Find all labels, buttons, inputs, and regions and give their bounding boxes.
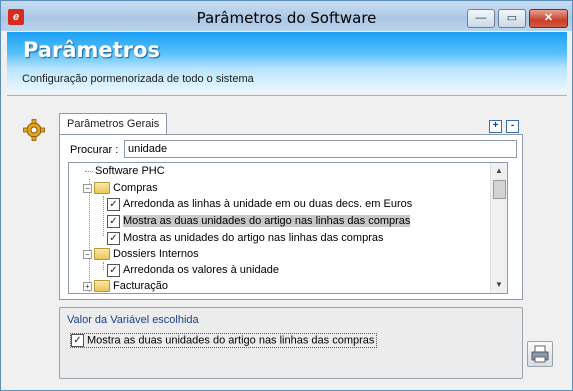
variable-value-checkbox-row[interactable]: ✓ Mostra as duas unidades do artigo nas l… [70, 333, 378, 349]
collapse-toggle[interactable]: − [83, 249, 92, 259]
maximize-button[interactable]: ▭ [498, 9, 526, 28]
scrollbar-thumb[interactable] [493, 180, 506, 199]
tree-item[interactable]: ✓ Arredonda as linhas à unidade em ou dua… [107, 196, 412, 212]
print-button[interactable] [527, 341, 553, 367]
title-bar[interactable]: e Parâmetros do Software — ▭ ✕ [1, 1, 572, 31]
tree-folder-compras[interactable]: − Compras [83, 180, 158, 196]
banner-subtitle: Configuração pormenorizada de todo o sis… [22, 73, 254, 85]
tree-item[interactable]: ✓ Mostra as unidades do artigo nas linhas… [107, 230, 383, 246]
folder-icon [94, 280, 110, 293]
variable-value-title: Valor da Variável escolhida [67, 314, 199, 326]
parameters-window: e Parâmetros do Software — ▭ ✕ Parâmetro… [0, 0, 573, 391]
printer-icon [531, 345, 549, 363]
tree-item-selected[interactable]: ✓ Mostra as duas unidades do artigo nas l… [107, 213, 411, 229]
tree-folder-facturacao[interactable]: + Facturação [83, 278, 168, 293]
scroll-up-icon[interactable]: ▲ [491, 163, 507, 179]
checkbox[interactable]: ✓ [107, 214, 120, 228]
variable-value-panel: Valor da Variável escolhida ✓ Mostra as d… [59, 307, 523, 379]
tab-parametros-gerais[interactable]: Parâmetros Gerais [59, 113, 168, 135]
tree-scrollbar[interactable]: ▲ ▼ [490, 163, 507, 293]
search-input[interactable] [124, 140, 517, 158]
header-banner: Parâmetros Configuração pormenorizada de… [7, 32, 567, 93]
tree-item[interactable]: ✓ Arredonda os valores à unidade [107, 262, 279, 278]
scroll-down-icon[interactable]: ▼ [491, 277, 507, 293]
tree-line [103, 262, 104, 270]
banner-title: Parâmetros [23, 38, 160, 62]
close-button[interactable]: ✕ [529, 9, 568, 28]
variable-value-label: Mostra as duas unidades do artigo nas li… [87, 334, 375, 347]
tree-line [103, 196, 104, 236]
checkbox[interactable]: ✓ [107, 197, 120, 211]
tree-folder-dossiers-internos[interactable]: − Dossiers Internos [83, 246, 199, 262]
folder-icon [94, 248, 110, 261]
folder-icon [94, 182, 110, 195]
parameters-panel: Procurar : Software PHC −Compras ✓Arredo… [59, 134, 523, 300]
variable-value-checkbox[interactable]: ✓ [71, 334, 84, 347]
expand-toggle[interactable]: + [83, 281, 92, 291]
tree-line [85, 171, 93, 172]
tree-root[interactable]: Software PHC [95, 163, 165, 179]
parameters-tree[interactable]: Software PHC − Compras ✓ Arredonda as linh… [68, 162, 508, 294]
gear-icon [23, 119, 45, 141]
checkbox[interactable]: ✓ [107, 263, 120, 277]
checkbox[interactable]: ✓ [107, 231, 120, 245]
expand-all-button[interactable]: + [489, 120, 502, 133]
tree-root-label: Software PHC [95, 165, 165, 177]
divider [7, 95, 567, 96]
search-label: Procurar : [70, 144, 119, 156]
minimize-button[interactable]: — [467, 9, 495, 28]
collapse-toggle[interactable]: − [83, 183, 92, 193]
collapse-all-button[interactable]: - [506, 120, 519, 133]
